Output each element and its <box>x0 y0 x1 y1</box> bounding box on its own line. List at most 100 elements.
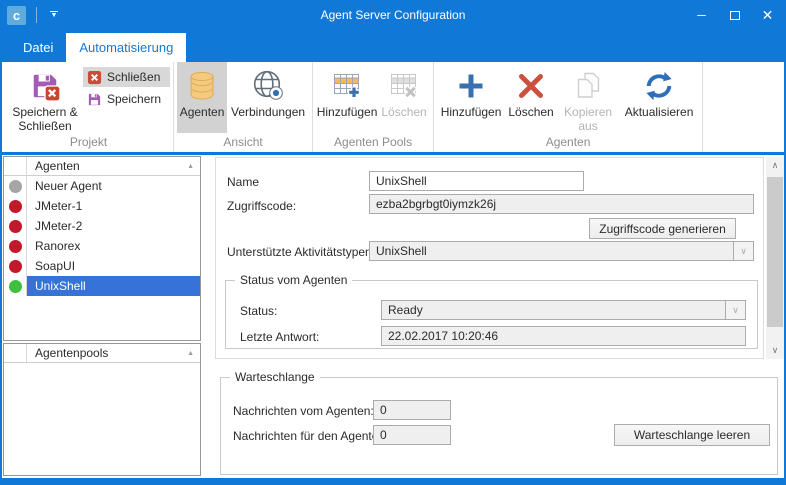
pool-add-label: Hinzufügen <box>317 105 378 119</box>
agent-add-button[interactable]: Hinzufügen <box>437 62 505 133</box>
last-answer-field <box>381 326 746 346</box>
pool-add-button[interactable]: Hinzufügen <box>316 62 378 133</box>
agent-detail-form: Name Zugriffscode: Zugriffscode generier… <box>215 157 764 359</box>
list-item-soapui[interactable]: SoapUI <box>4 256 200 276</box>
status-column-header <box>4 344 27 362</box>
list-item-unixshell[interactable]: UnixShell <box>4 276 200 296</box>
save-close-label-line1: Speichern & <box>12 105 77 119</box>
close-project-button[interactable]: Schließen <box>83 67 170 87</box>
name-input[interactable] <box>369 171 584 191</box>
status-column-header <box>4 157 27 175</box>
agent-copy-from-line1: Kopieren <box>564 105 612 119</box>
messages-from-agent-label: Nachrichten vom Agenten: <box>233 404 374 418</box>
quick-access-dropdown[interactable]: ▼ <box>47 11 61 19</box>
agent-delete-button[interactable]: Löschen <box>505 62 557 133</box>
status-dropdown[interactable]: Ready ∨ <box>381 300 746 320</box>
save-close-label-line2: Schließen <box>18 119 71 133</box>
globe-icon <box>251 67 285 105</box>
status-label: Status: <box>240 304 277 318</box>
activity-types-dropdown[interactable]: UnixShell ∨ <box>369 241 754 261</box>
save-button[interactable]: Speichern <box>83 89 170 109</box>
save-icon <box>87 92 102 107</box>
database-icon <box>186 67 218 105</box>
x-icon <box>517 67 545 105</box>
content-area: Agenten ▲ Neuer Agent JMeter-1 JMeter-2 … <box>2 155 784 478</box>
access-code-field <box>369 194 754 214</box>
agents-header-label: Agenten <box>27 157 187 175</box>
maximize-button[interactable] <box>718 0 751 30</box>
queue-group-title: Warteschlange <box>230 370 320 384</box>
title-bar: c ▼ Agent Server Configuration ─ ✕ <box>0 0 786 30</box>
close-icon: ✕ <box>762 7 774 24</box>
agent-name: JMeter-1 <box>27 196 200 216</box>
agent-name: UnixShell <box>27 276 200 296</box>
group-label-agenten: Agenten <box>437 133 699 149</box>
tab-datei[interactable]: Datei <box>10 33 66 62</box>
refresh-icon <box>644 67 674 105</box>
chevron-down-icon[interactable]: ∨ <box>733 242 753 260</box>
agent-pools-list: Agentenpools ▲ <box>3 343 201 476</box>
chevron-down-icon[interactable]: ∨ <box>725 301 745 319</box>
save-close-icon <box>30 67 60 105</box>
agent-pools-list-header[interactable]: Agentenpools ▲ <box>4 344 200 363</box>
agent-pools-header-label: Agentenpools <box>27 344 187 362</box>
scroll-up-button[interactable]: ∧ <box>766 157 784 174</box>
group-label-ansicht: Ansicht <box>177 133 309 149</box>
copy-icon <box>572 67 604 105</box>
pool-delete-button: Löschen <box>378 62 430 133</box>
app-icon[interactable]: c <box>7 6 26 25</box>
scrollbar-thumb[interactable] <box>767 177 783 327</box>
agents-list: Agenten ▲ Neuer Agent JMeter-1 JMeter-2 … <box>3 156 201 341</box>
chevron-down-icon: ∨ <box>772 345 779 356</box>
ribbon-group-ansicht: Agenten Verbindungen Ansicht <box>174 62 313 152</box>
list-item-jmeter-2[interactable]: JMeter-2 <box>4 216 200 236</box>
group-label-projekt: Projekt <box>7 133 170 149</box>
save-label: Speichern <box>107 92 161 106</box>
last-answer-label: Letzte Antwort: <box>240 330 319 344</box>
view-agents-toggle[interactable]: Agenten <box>177 62 227 133</box>
agent-name: Ranorex <box>27 236 200 256</box>
messages-for-agent-field <box>373 425 451 445</box>
agent-copy-from-button: Kopieren aus <box>557 62 619 133</box>
sort-asc-icon: ▲ <box>187 163 194 170</box>
tab-automatisierung[interactable]: Automatisierung <box>66 33 186 62</box>
view-agents-label: Agenten <box>180 105 225 119</box>
agents-list-header[interactable]: Agenten ▲ <box>4 157 200 176</box>
activity-types-label: Unterstützte Aktivitätstypen: <box>227 245 375 259</box>
view-connections-button[interactable]: Verbindungen <box>227 62 309 133</box>
form-scrollbar[interactable]: ∧ ∨ <box>766 157 784 359</box>
table-add-icon <box>331 67 363 105</box>
status-group: Status vom Agenten Status: Ready ∨ Letzt… <box>225 273 758 349</box>
view-connections-label: Verbindungen <box>231 105 305 119</box>
chevron-down-icon: ▼ <box>51 13 58 19</box>
save-and-close-button[interactable]: Speichern & Schließen <box>7 62 83 133</box>
clear-queue-button[interactable]: Warteschlange leeren <box>614 424 770 446</box>
agent-delete-label: Löschen <box>508 105 553 119</box>
list-item-neuer-agent[interactable]: Neuer Agent <box>4 176 200 196</box>
window-title: Agent Server Configuration <box>0 8 786 22</box>
messages-for-agent-label: Nachrichten für den Agenten: <box>233 429 388 443</box>
activity-types-value: UnixShell <box>370 244 733 258</box>
status-circle <box>9 260 22 273</box>
status-group-title: Status vom Agenten <box>235 273 352 287</box>
ribbon-group-projekt: Speichern & Schließen Schließen Speicher… <box>4 62 174 152</box>
status-circle <box>9 220 22 233</box>
status-circle <box>9 180 22 193</box>
queue-group: Warteschlange Nachrichten vom Agenten: N… <box>220 370 778 475</box>
list-item-ranorex[interactable]: Ranorex <box>4 236 200 256</box>
agent-name: SoapUI <box>27 256 200 276</box>
ribbon-group-agenten-pools: Hinzufügen Löschen Agenten Pools <box>313 62 434 152</box>
titlebar-separator <box>36 7 37 23</box>
agent-refresh-button[interactable]: Aktualisieren <box>619 62 699 133</box>
list-item-jmeter-1[interactable]: JMeter-1 <box>4 196 200 216</box>
minimize-button[interactable]: ─ <box>685 0 718 30</box>
pool-delete-label: Löschen <box>381 105 426 119</box>
scroll-down-button[interactable]: ∨ <box>766 342 784 359</box>
agent-copy-from-line2: aus <box>578 119 597 133</box>
close-button[interactable]: ✕ <box>751 0 784 30</box>
table-delete-icon <box>388 67 420 105</box>
agent-refresh-label: Aktualisieren <box>625 105 694 119</box>
generate-access-code-button[interactable]: Zugriffscode generieren <box>589 218 736 239</box>
agent-name: Neuer Agent <box>27 176 200 196</box>
ribbon-tab-row: Datei Automatisierung <box>0 30 786 62</box>
